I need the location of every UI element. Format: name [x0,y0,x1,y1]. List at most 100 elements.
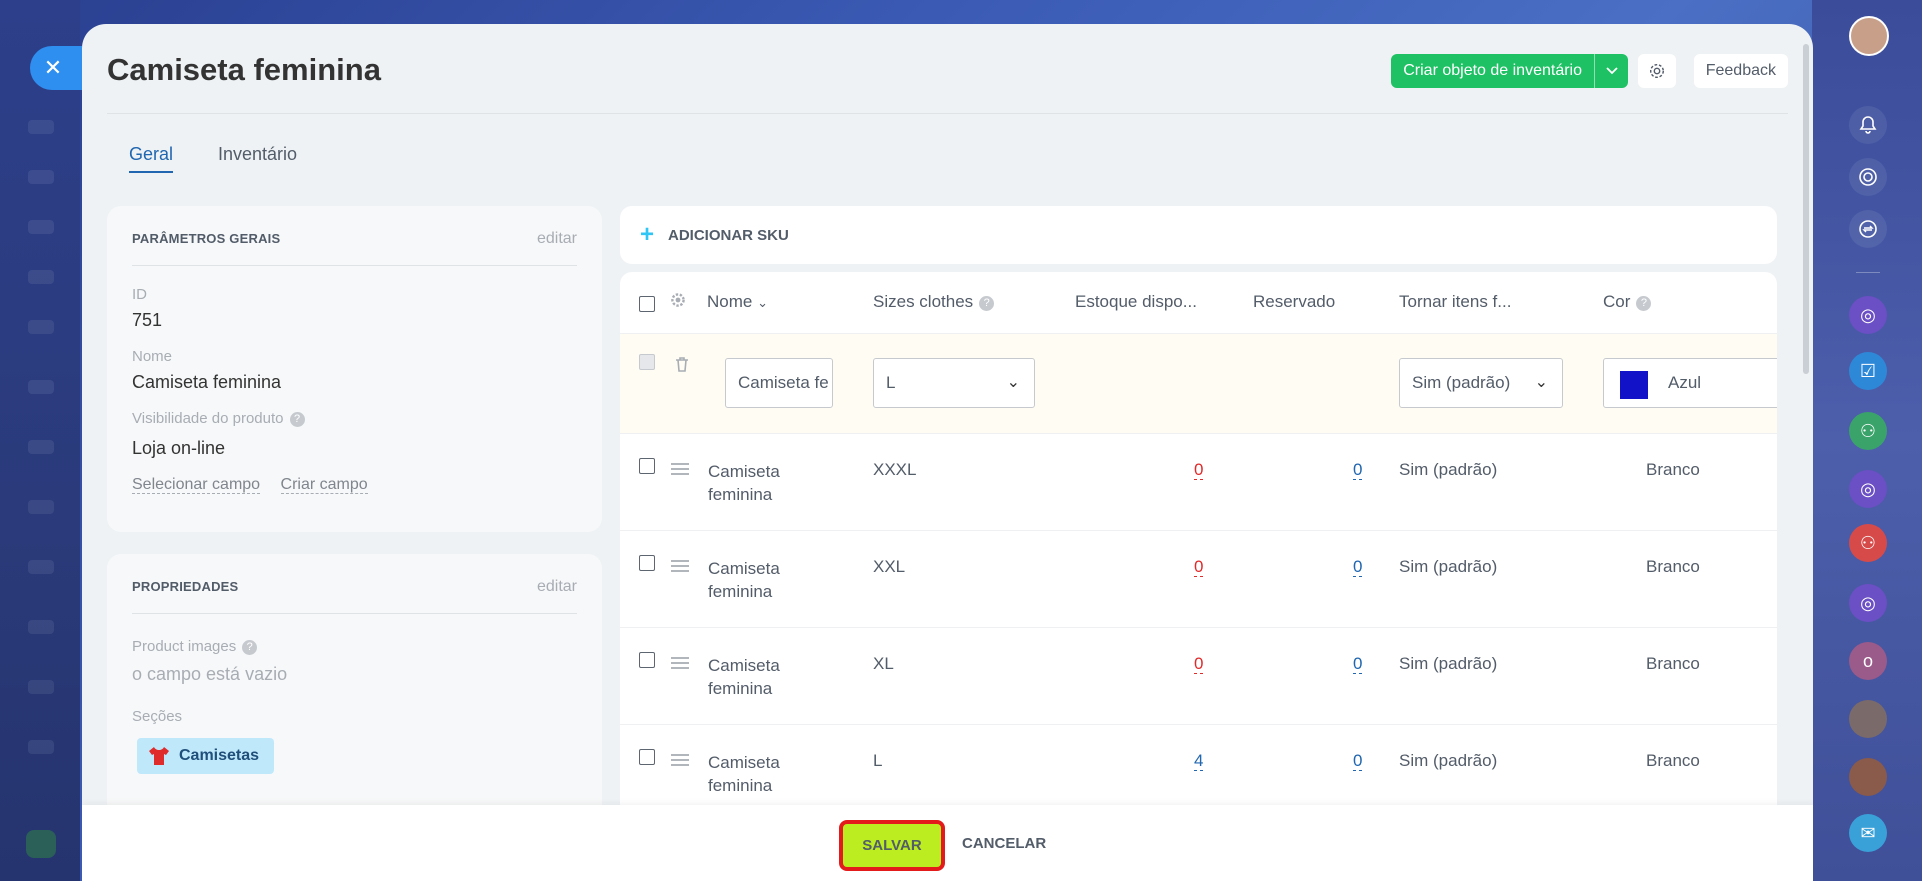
row-size: XXXL [873,460,917,479]
group-icon[interactable]: ⚇ [1849,524,1887,562]
make-select-value: Sim (padrão) [1412,373,1511,392]
reserved-value[interactable]: 0 [1353,460,1363,480]
tabs: Geral Inventário [129,144,297,173]
chevron-down-icon[interactable] [1594,54,1628,88]
gear-icon [1649,63,1665,79]
sidebar-divider [1856,272,1880,273]
row-stock[interactable]: 0 [1194,557,1204,577]
size-select[interactable]: L ⌄ [873,358,1035,408]
select-field-link[interactable]: Selecionar campo [132,476,261,494]
stock-value[interactable]: 0 [1194,654,1204,674]
message-icon[interactable]: ✉ [1849,814,1887,852]
stock-value[interactable]: 4 [1194,751,1204,771]
product-panel: Camiseta feminina Criar objeto de invent… [82,24,1813,881]
row-stock[interactable]: 0 [1194,460,1204,480]
row-reserved[interactable]: 0 [1353,557,1363,577]
visibility-label: Visibilidade do produto? [132,410,305,427]
settings-gear-icon[interactable] [670,292,686,313]
row-name-line2: feminina [708,776,773,795]
drag-handle-icon[interactable] [671,560,689,572]
drag-handle-icon[interactable] [671,657,689,669]
edit-link[interactable]: editar [537,578,577,596]
help-icon[interactable]: ? [1636,296,1652,311]
tab-geral[interactable]: Geral [129,144,174,173]
feedback-button[interactable]: Feedback [1693,54,1788,88]
add-sku-bar[interactable]: + ADICIONAR SKU [620,206,1777,264]
edit-row: Camiseta fe L ⌄ Sim (padrão) ⌄ Azul [620,334,1777,434]
reserved-value[interactable]: 0 [1353,654,1363,674]
close-button[interactable]: ✕ [30,46,82,90]
table-row[interactable]: Camiseta feminina XL 0 0 Sim (padrão) Bra… [620,628,1777,725]
row-name-line1: Camiseta [708,656,780,675]
row-checkbox[interactable] [639,555,655,571]
edit-link[interactable]: editar [537,230,577,248]
contact-avatar[interactable]: o [1849,642,1887,680]
section-chip[interactable]: Camisetas [137,738,275,774]
visibility-value: Loja on-line [132,438,226,458]
target-icon[interactable] [1849,158,1887,196]
help-icon[interactable]: ? [979,296,995,311]
make-select[interactable]: Sim (padrão) ⌄ [1399,358,1563,408]
table-row[interactable]: Camiseta feminina XXXL 0 0 Sim (padrão) B… [620,434,1777,531]
row-reserved[interactable]: 0 [1353,751,1363,771]
bell-icon[interactable] [1849,106,1887,144]
images-value: o campo está vazio [132,664,288,684]
add-sku-label: ADICIONAR SKU [668,226,789,244]
save-button[interactable]: SALVAR [839,820,945,871]
create-field-link[interactable]: Criar campo [280,476,368,494]
scrollbar[interactable] [1803,44,1809,374]
row-name: Camiseta feminina [708,654,780,700]
row-checkbox[interactable] [639,458,655,474]
cancel-button[interactable]: CANCELAR [962,835,1046,852]
column-stock[interactable]: Estoque dispo... [1075,292,1197,312]
drag-handle-icon[interactable] [671,754,689,766]
row-reserved[interactable]: 0 [1353,654,1363,674]
row-stock[interactable]: 4 [1194,751,1204,771]
close-icon: ✕ [43,55,63,80]
help-icon[interactable]: ? [289,412,305,427]
help-icon[interactable]: ? [242,640,258,655]
settings-button[interactable] [1638,54,1676,88]
stock-value[interactable]: 0 [1194,557,1204,577]
reserved-value[interactable]: 0 [1353,557,1363,577]
name-label: Nome [132,348,173,365]
table-row[interactable]: Camiseta feminina XXL 0 0 Sim (padrão) Br… [620,531,1777,628]
color-swatch [1620,371,1648,399]
column-name[interactable]: Nome ⌄ [707,292,768,312]
column-color[interactable]: Cor? [1603,292,1652,312]
chat-icon[interactable]: ◎ [1849,584,1887,622]
contact-avatar[interactable] [1849,700,1887,738]
select-all-checkbox[interactable] [639,296,655,312]
color-select[interactable]: Azul [1603,358,1777,408]
chat-icon[interactable]: ◎ [1849,470,1887,508]
trash-icon[interactable] [675,356,689,377]
row-reserved[interactable]: 0 [1353,460,1363,480]
group-icon[interactable]: ⚇ [1849,412,1887,450]
row-stock[interactable]: 0 [1194,654,1204,674]
row-color: Branco [1646,460,1700,479]
column-reserved[interactable]: Reservado [1253,292,1335,312]
stock-value[interactable]: 0 [1194,460,1204,480]
sync-icon[interactable] [1849,210,1887,248]
drag-handle-icon[interactable] [671,463,689,475]
create-inventory-button[interactable]: Criar objeto de inventário [1391,54,1628,88]
row-make: Sim (padrão) [1399,460,1498,479]
row-color: Branco [1646,557,1700,576]
reserved-value[interactable]: 0 [1353,751,1363,771]
row-checkbox[interactable] [639,749,655,765]
task-icon[interactable]: ☑ [1849,352,1887,390]
ghost-menu-item [28,120,54,134]
contact-avatar[interactable] [1849,758,1887,796]
images-label: Product images? [132,638,258,655]
chevron-down-icon: ⌄ [1534,374,1548,391]
row-color: Branco [1646,654,1700,673]
chat-icon[interactable]: ◎ [1849,296,1887,334]
column-make[interactable]: Tornar itens f... [1399,292,1511,312]
user-avatar[interactable] [1849,16,1889,56]
column-name-label: Nome [707,292,753,311]
general-parameters-card: PARÂMETROS GERAIS editar ID 751 Nome Cam… [107,206,602,532]
column-sizes[interactable]: Sizes clothes? [873,292,995,312]
row-checkbox[interactable] [639,652,655,668]
name-input[interactable]: Camiseta fe [725,358,833,408]
tab-inventario[interactable]: Inventário [218,144,297,173]
